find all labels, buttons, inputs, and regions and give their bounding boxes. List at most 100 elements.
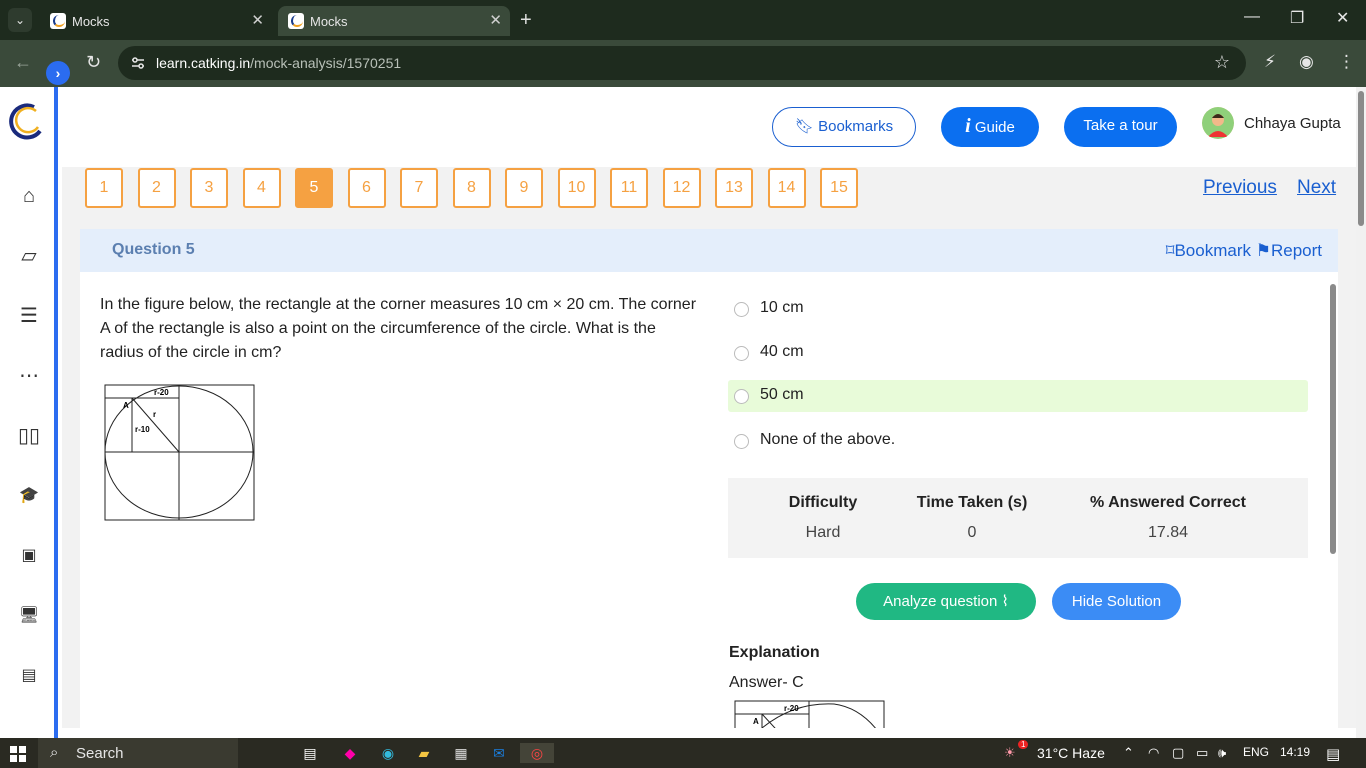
option-label: 10 cm <box>760 299 804 316</box>
question-number-button[interactable]: 12 <box>662 168 701 208</box>
analyze-question-button[interactable]: Analyze question ⌇ <box>856 583 1036 620</box>
volume-icon[interactable]: 🕪︎ <box>1218 745 1226 761</box>
question-number-button[interactable]: 7 <box>400 168 438 208</box>
scrollbar-thumb[interactable] <box>1358 91 1364 226</box>
browser-toolbar: ← → ↻ learn.catking.in/mock-analysis/157… <box>0 40 1366 87</box>
list-icon[interactable]: ☰ <box>16 303 42 329</box>
browser-tabbar: ⌄ Mocks ✕ Mocks ✕ + — ❐ ✕ <box>0 0 1366 40</box>
books-icon[interactable]: ▱ <box>16 243 42 269</box>
wifi-icon[interactable]: ◠ <box>1148 745 1159 761</box>
graduation-icon[interactable]: 🎓 <box>16 483 42 509</box>
radio-button[interactable] <box>734 302 749 317</box>
close-tab-icon[interactable]: ✕ <box>489 11 502 29</box>
chrome-icon[interactable]: ◎ <box>520 743 554 763</box>
site-settings-icon[interactable] <box>130 55 146 71</box>
previous-link[interactable]: Previous <box>1203 177 1277 199</box>
question-number-button[interactable]: 2 <box>137 168 176 208</box>
question-number-button[interactable]: 9 <box>505 168 543 208</box>
notifications-icon[interactable]: ▤ <box>1326 745 1340 763</box>
option-a[interactable]: 10 cm <box>728 293 1308 325</box>
question-title: Question 5 <box>112 241 195 258</box>
reload-icon[interactable]: ↻ <box>86 52 101 73</box>
language-indicator[interactable]: ENG <box>1243 745 1269 759</box>
file-explorer-icon[interactable]: ▰ <box>414 743 434 763</box>
question-number-button[interactable]: 10 <box>557 168 596 208</box>
option-c[interactable]: 50 cm <box>728 380 1308 412</box>
clock[interactable]: 14:19 <box>1280 745 1310 759</box>
next-link[interactable]: Next <box>1297 177 1336 199</box>
question-number-button[interactable]: 15 <box>820 168 858 208</box>
network-icon[interactable]: ▢ <box>1172 745 1184 761</box>
search-label: Search <box>76 745 124 762</box>
question-figure: r-20 r-10 r A <box>104 384 255 521</box>
question-scrollbar[interactable] <box>1328 284 1338 728</box>
home-icon[interactable]: ⌂ <box>16 183 42 209</box>
tab-search-dropdown[interactable]: ⌄ <box>8 8 32 32</box>
explanation-heading: Explanation <box>729 644 820 661</box>
minimize-icon[interactable]: — <box>1244 8 1260 26</box>
radio-button[interactable] <box>734 346 749 361</box>
question-number-button[interactable]: 1 <box>85 168 123 208</box>
outlook-icon[interactable]: ✉ <box>489 743 509 763</box>
question-stats: Difficulty Hard Time Taken (s) 0 % Answe… <box>728 478 1308 558</box>
weather-text[interactable]: 31°C Haze <box>1037 745 1105 761</box>
copilot-icon[interactable]: ◆ <box>340 743 360 763</box>
restore-icon[interactable]: ❐ <box>1290 8 1304 28</box>
profile-icon[interactable]: ◉ <box>1299 52 1314 72</box>
browser-menu-icon[interactable]: ⋮ <box>1338 52 1355 72</box>
question-number-button[interactable]: 3 <box>190 168 228 208</box>
browser-tab-1[interactable]: Mocks ✕ <box>40 6 272 36</box>
columns-icon[interactable]: ▯▯ <box>16 423 42 449</box>
question-header: Question 5 ⌑Bookmark ⚑Report <box>80 229 1338 272</box>
chevron-up-icon[interactable]: ⌃ <box>1123 745 1134 761</box>
sidebar-toggle-button[interactable]: › <box>46 61 70 85</box>
taskbar-search[interactable]: ⌕ Search <box>38 738 238 768</box>
question-number-button[interactable]: 8 <box>452 168 491 208</box>
option-d[interactable]: None of the above. <box>728 425 1308 457</box>
back-arrow-icon[interactable]: ← <box>14 52 32 73</box>
extension-icon[interactable]: ⚡ <box>1264 52 1276 72</box>
radio-button[interactable] <box>734 389 749 404</box>
option-label: None of the above. <box>760 431 896 448</box>
weather-icon[interactable]: ☀ <box>1004 745 1016 761</box>
bookmarks-button[interactable]: 🔖︎ Bookmarks <box>772 107 916 147</box>
question-number-button[interactable]: 13 <box>715 168 753 208</box>
fig-label-corner: A <box>123 401 129 410</box>
question-number-button[interactable]: 6 <box>347 168 386 208</box>
question-number-button[interactable]: 4 <box>242 168 281 208</box>
take-a-tour-button[interactable]: Take a tour <box>1064 107 1177 147</box>
address-bar[interactable]: learn.catking.in/mock-analysis/1570251 ☆ <box>118 46 1246 80</box>
report-button[interactable]: ⚑Report <box>1256 241 1322 260</box>
close-window-icon[interactable]: ✕ <box>1336 8 1349 28</box>
battery-icon[interactable]: ▭ <box>1196 745 1208 761</box>
task-view-icon[interactable]: ▤ <box>300 743 320 763</box>
ebook-icon[interactable]: ▤ <box>16 663 42 689</box>
report-card-icon[interactable]: ▣ <box>16 543 42 569</box>
monitor-icon[interactable]: 🖥 <box>16 603 42 629</box>
question-number-button[interactable]: 11 <box>610 168 648 208</box>
question-number-button[interactable]: 14 <box>767 168 806 208</box>
user-name[interactable]: Chhaya Gupta <box>1244 115 1341 132</box>
scrollbar-thumb[interactable] <box>1330 284 1336 554</box>
search-icon: ⌕ <box>50 744 59 761</box>
radio-button[interactable] <box>734 434 749 449</box>
question-actions: ⌑Bookmark ⚑Report <box>1166 241 1322 261</box>
windows-start-icon[interactable] <box>10 746 26 762</box>
question-text: In the figure below, the rectangle at th… <box>100 296 697 361</box>
bookmark-question-button[interactable]: ⌑Bookmark <box>1166 241 1251 260</box>
store-icon[interactable]: ▦ <box>451 743 471 763</box>
close-tab-icon[interactable]: ✕ <box>251 11 264 29</box>
fig-label-corner: A <box>753 717 759 726</box>
new-tab-icon[interactable]: + <box>520 8 532 32</box>
avatar[interactable] <box>1202 107 1234 139</box>
more-icon[interactable]: ⋯ <box>16 363 42 389</box>
question-number-button[interactable]: 5 <box>295 168 333 208</box>
page-scrollbar[interactable] <box>1356 87 1366 738</box>
bookmark-star-icon[interactable]: ☆ <box>1214 52 1230 73</box>
windows-taskbar: ⌕ Search ▤ ◆ ◉ ▰ ▦ ✉ ◎ ☀ 1 31°C Haze ⌃ ◠… <box>0 738 1366 768</box>
edge-icon[interactable]: ◉ <box>378 743 398 763</box>
guide-button[interactable]: i Guide <box>941 107 1039 147</box>
hide-solution-button[interactable]: Hide Solution <box>1052 583 1181 620</box>
option-b[interactable]: 40 cm <box>728 337 1308 369</box>
browser-tab-2[interactable]: Mocks ✕ <box>278 6 510 36</box>
